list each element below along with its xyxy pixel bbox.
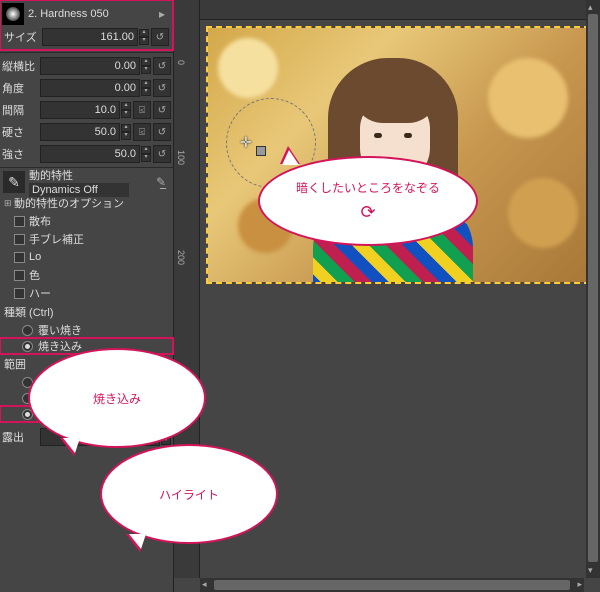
spacing-field[interactable]: 10.0 [40, 101, 120, 119]
checkbox[interactable] [14, 216, 25, 227]
annotation-bubble-canvas: 暗くしたいところをなぞる ⟳ [258, 156, 478, 246]
spacing-label: 間隔 [2, 102, 40, 118]
size-field[interactable]: 161.00 [42, 28, 138, 46]
reset-angle-icon[interactable]: ↺ [153, 79, 171, 97]
size-spinner[interactable]: ▴▾ [139, 29, 149, 45]
reset-size-icon[interactable]: ↺ [151, 28, 169, 46]
hardness-spinner[interactable]: ▴▾ [121, 124, 131, 140]
jitter-checkbox-row[interactable]: 手ブレ補正 [0, 230, 173, 248]
refresh-icon: ⟳ [360, 202, 375, 223]
annotation-bubble-burn: 焼き込み [28, 348, 206, 448]
brush-name[interactable]: 2. Hardness 050 [24, 8, 153, 20]
aspect-label: 縦横比 [2, 58, 40, 74]
tool-cursor-icon [256, 146, 266, 156]
exposure-label: 露出 [2, 429, 40, 445]
link-spacing-icon[interactable]: ⍃ [133, 101, 151, 119]
hard-checkbox-row[interactable]: ハー [0, 284, 173, 302]
ruler-horizontal [200, 0, 600, 20]
aspect-spinner[interactable]: ▴▾ [141, 58, 151, 74]
annotation-bubble-highlight: ハイライト [100, 444, 278, 544]
reset-hardness-icon[interactable]: ↺ [153, 123, 171, 141]
type-dodge-radio[interactable]: 覆い焼き [0, 322, 173, 338]
dynamics-title: 動的特性 [29, 167, 152, 183]
reset-aspect-icon[interactable]: ↺ [153, 57, 171, 75]
brush-menu-icon[interactable]: ▸ [153, 5, 171, 23]
scrollbar-horizontal[interactable]: ◂ ▸ [200, 578, 584, 592]
link-hardness-icon[interactable]: ⍃ [133, 123, 151, 141]
force-spinner[interactable]: ▴▾ [141, 146, 151, 162]
radio[interactable] [22, 325, 33, 336]
reset-force-icon[interactable]: ↺ [153, 145, 171, 163]
dynamics-icon[interactable]: ✎ [3, 171, 25, 193]
angle-label: 角度 [2, 80, 40, 96]
expand-icon: ⊞ [4, 198, 14, 209]
checkbox[interactable] [14, 270, 25, 281]
size-label: サイズ [4, 29, 42, 45]
checkbox[interactable] [14, 252, 25, 263]
scrollbar-vertical[interactable]: ▴ ▾ [586, 0, 600, 578]
angle-spinner[interactable]: ▴▾ [141, 80, 151, 96]
brush-selector-block: 2. Hardness 050 ▸ サイズ 161.00 ▴▾ ↺ [0, 0, 173, 50]
lo-checkbox-row[interactable]: Lo [0, 248, 173, 266]
hardness-field[interactable]: 50.0 [40, 123, 120, 141]
reset-spacing-icon[interactable]: ↺ [153, 101, 171, 119]
checkbox[interactable] [14, 288, 25, 299]
brush-thumbnail[interactable] [2, 3, 24, 25]
force-label: 強さ [2, 146, 40, 162]
spacing-spinner[interactable]: ▴▾ [121, 102, 131, 118]
radio[interactable] [22, 341, 33, 352]
dynamics-edit-icon[interactable]: ✎̲ [152, 173, 170, 191]
scatter-checkbox-row[interactable]: 散布 [0, 212, 173, 230]
dynamics-row: ✎ 動的特性 Dynamics Off ✎̲ [0, 170, 173, 194]
hardness-label: 硬さ [2, 124, 40, 140]
type-section-label: 種類 (Ctrl) [0, 302, 173, 322]
checkbox[interactable] [14, 234, 25, 245]
force-field[interactable]: 50.0 [40, 145, 140, 163]
angle-field[interactable]: 0.00 [40, 79, 140, 97]
color-checkbox-row[interactable]: 色 [0, 266, 173, 284]
crosshair-icon: ✛ [240, 134, 252, 151]
aspect-field[interactable]: 0.00 [40, 57, 140, 75]
